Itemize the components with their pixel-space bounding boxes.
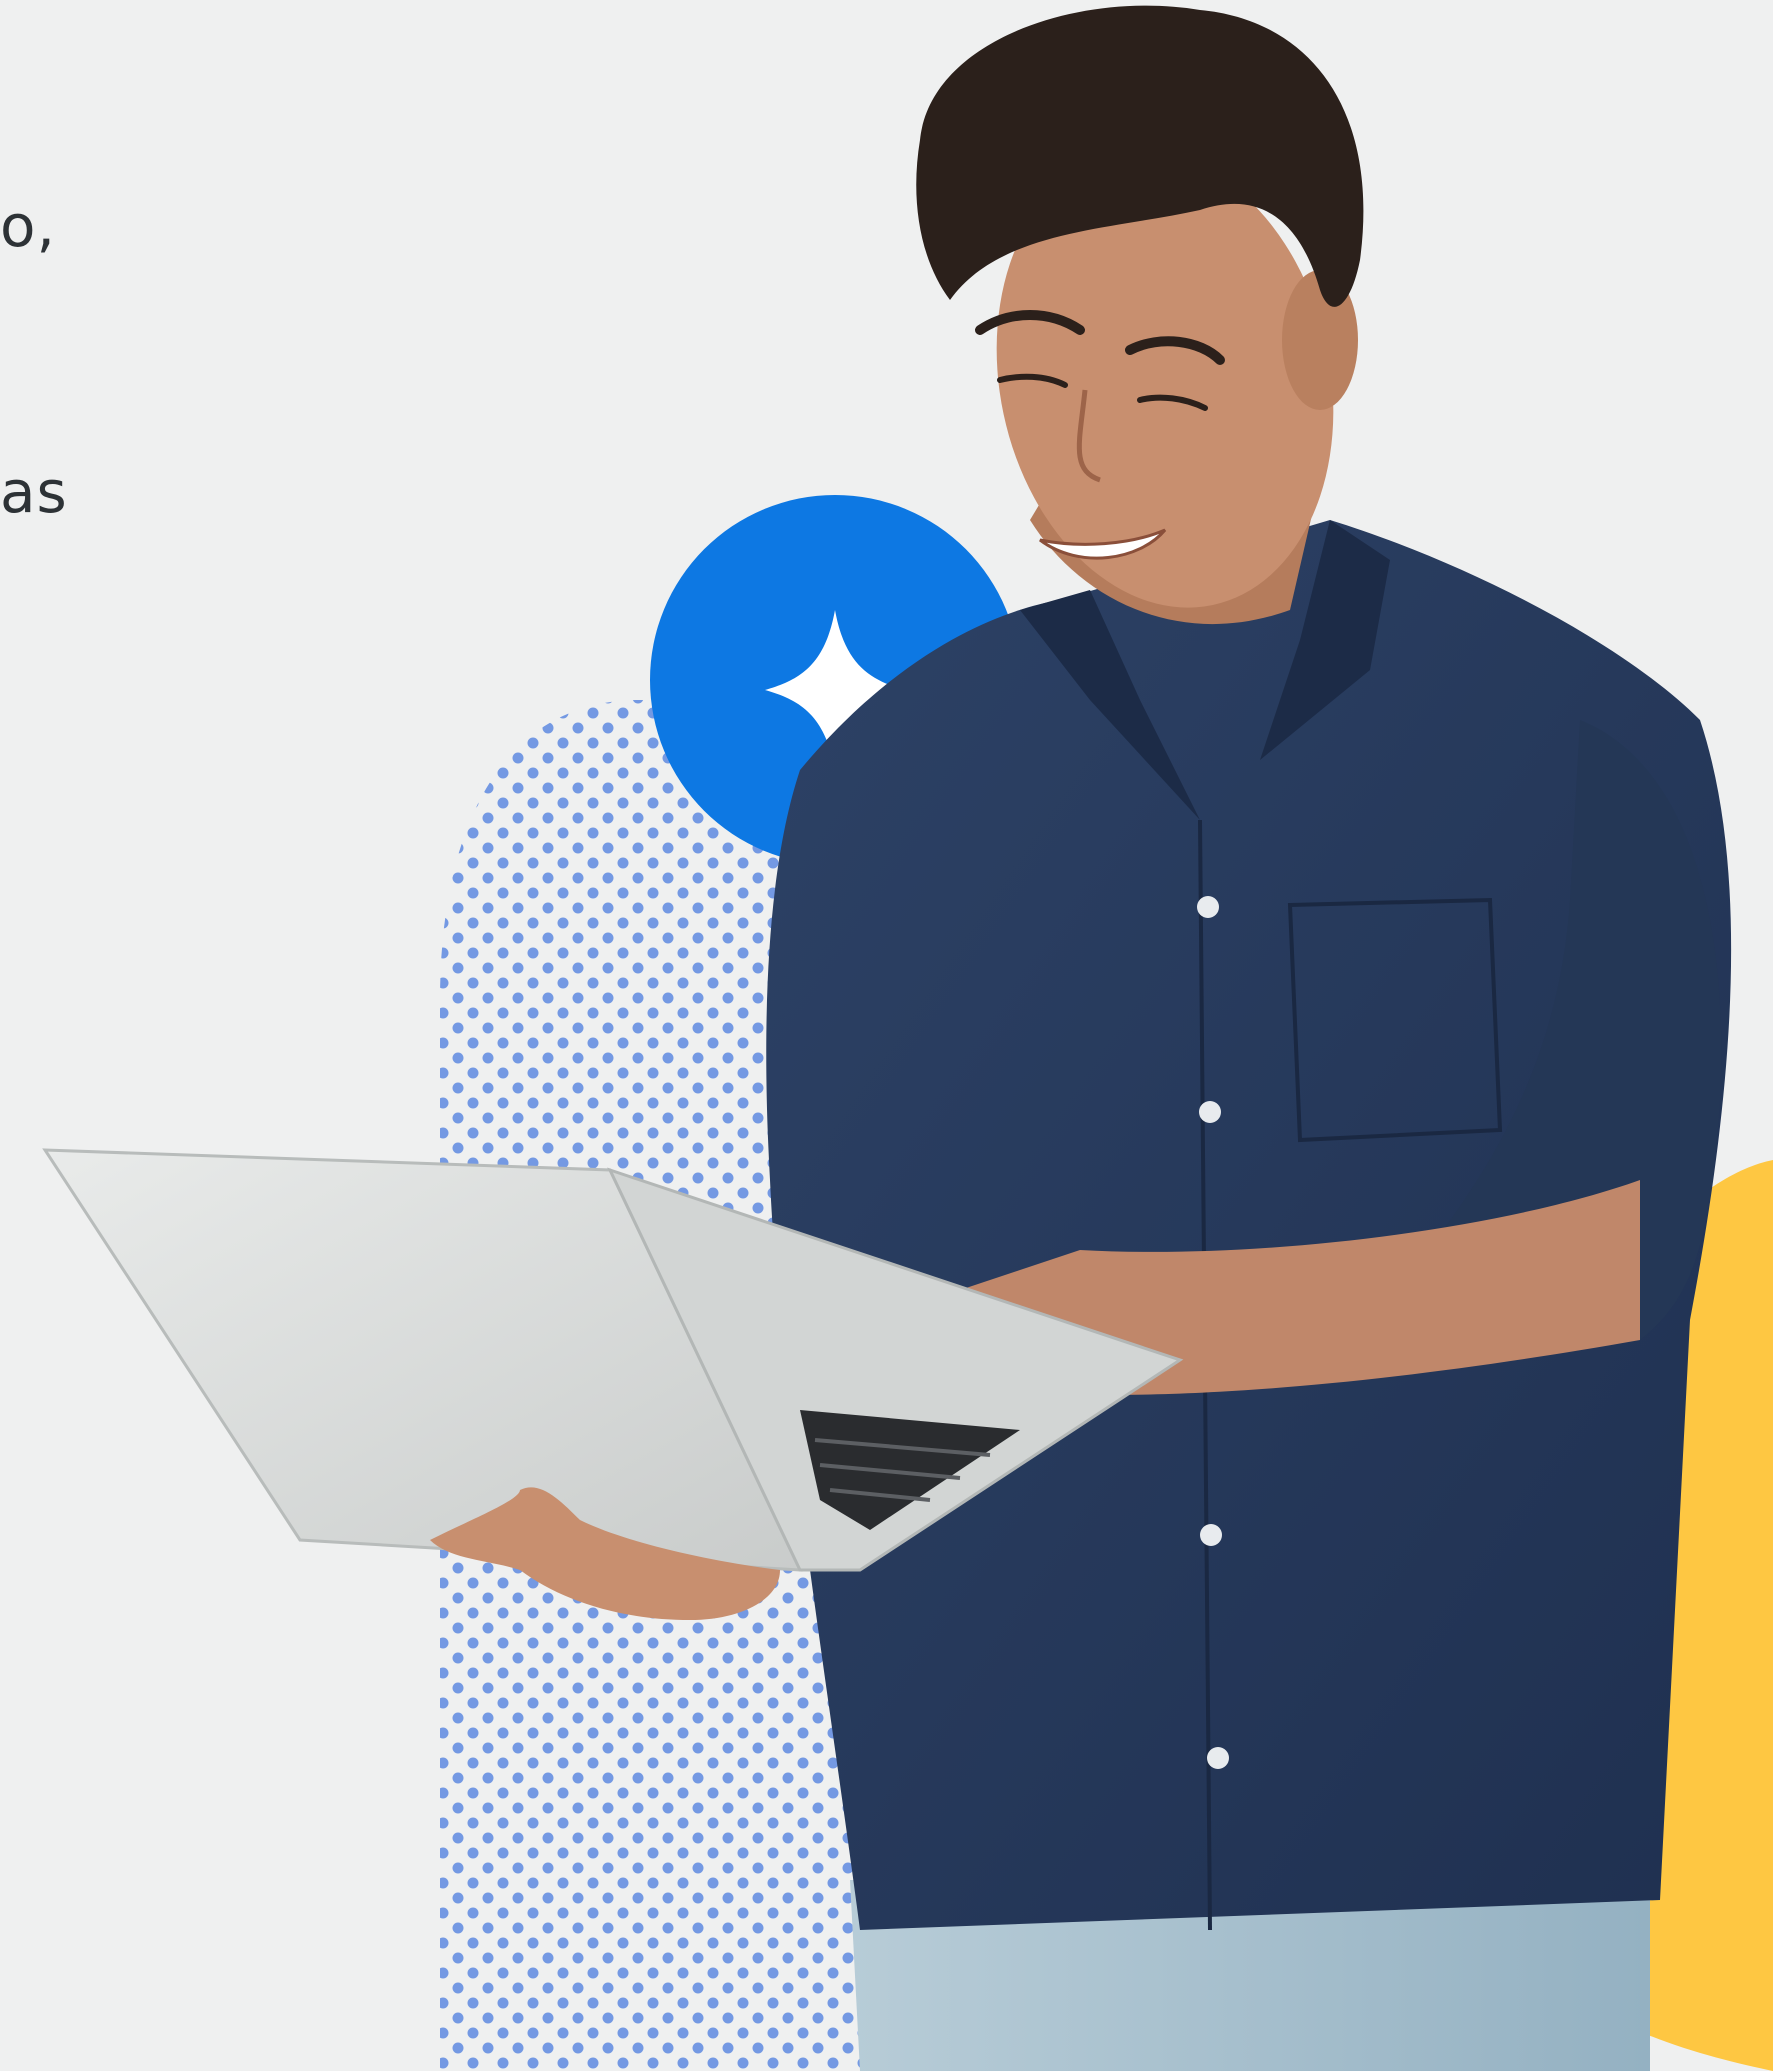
hero-image: o, as (0, 0, 1773, 2071)
shirt-button (1199, 1101, 1221, 1123)
photo-illustration (42, 5, 1773, 2071)
shirt-button (1207, 1747, 1229, 1769)
shirt-button (1197, 896, 1219, 918)
shirt-button (1200, 1524, 1222, 1546)
